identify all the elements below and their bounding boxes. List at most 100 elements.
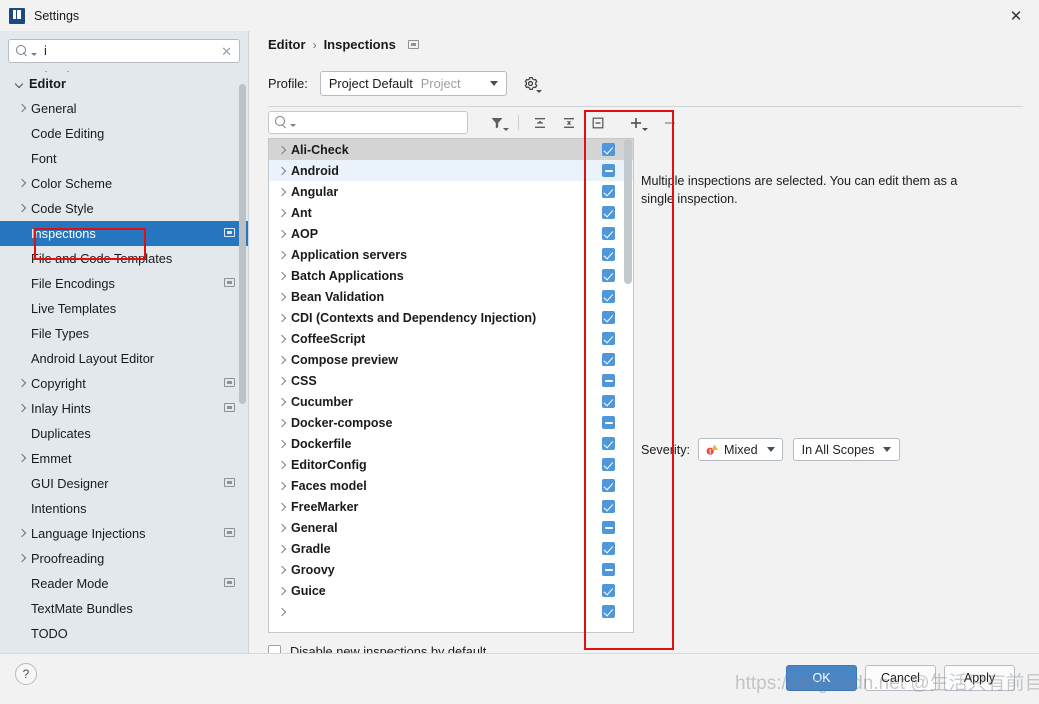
sidebar-item-inspections[interactable]: Inspections <box>0 221 248 246</box>
checkbox-indeterminate[interactable] <box>602 563 615 576</box>
chevron-right-icon[interactable] <box>16 102 29 115</box>
gear-icon[interactable] <box>523 76 542 93</box>
list-item[interactable]: Guice <box>269 580 633 601</box>
checkbox-checked[interactable] <box>602 584 615 597</box>
checkbox-checked[interactable] <box>602 479 615 492</box>
checkbox-indeterminate[interactable] <box>602 374 615 387</box>
chevron-right-icon[interactable] <box>276 353 291 366</box>
checkbox-checked[interactable] <box>602 458 615 471</box>
chevron-right-icon[interactable] <box>276 521 291 534</box>
group-by-icon[interactable] <box>585 111 611 134</box>
checkbox-checked[interactable] <box>602 227 615 240</box>
sidebar-search-box[interactable]: i ✕ <box>8 39 240 63</box>
chevron-right-icon[interactable] <box>276 290 291 303</box>
chevron-right-icon[interactable] <box>16 552 29 565</box>
scope-select[interactable]: In All Scopes <box>792 438 901 461</box>
chevron-right-icon[interactable] <box>276 164 291 177</box>
sidebar-item-file-and-code-templates[interactable]: File and Code Templates <box>0 246 248 271</box>
checkbox-checked[interactable] <box>602 500 615 513</box>
chevron-right-icon[interactable] <box>276 374 291 387</box>
list-item[interactable] <box>269 601 633 622</box>
checkbox-checked[interactable] <box>602 332 615 345</box>
list-item[interactable]: Android <box>269 160 633 181</box>
chevron-right-icon[interactable] <box>276 185 291 198</box>
chevron-right-icon[interactable] <box>276 458 291 471</box>
search-options-caret-icon[interactable] <box>290 124 296 127</box>
chevron-right-icon[interactable] <box>16 452 29 465</box>
sidebar-item-reader-mode[interactable]: Reader Mode <box>0 571 248 596</box>
help-button[interactable]: ? <box>15 663 37 685</box>
sidebar-item-code-style[interactable]: Code Style <box>0 196 248 221</box>
chevron-right-icon[interactable] <box>276 206 291 219</box>
filter-icon[interactable] <box>484 111 510 134</box>
add-icon[interactable] <box>623 111 649 134</box>
chevron-right-icon[interactable] <box>276 605 291 618</box>
severity-select[interactable]: Mixed <box>698 438 783 461</box>
chevron-right-icon[interactable] <box>276 584 291 597</box>
sidebar-item-file-types[interactable]: File Types <box>0 321 248 346</box>
sidebar-item-copyright[interactable]: Copyright <box>0 371 248 396</box>
chevron-right-icon[interactable] <box>276 143 291 156</box>
checkbox-checked[interactable] <box>602 605 615 618</box>
checkbox-checked[interactable] <box>602 395 615 408</box>
chevron-right-icon[interactable] <box>276 395 291 408</box>
list-item[interactable]: EditorConfig <box>269 454 633 475</box>
sidebar-item-editor[interactable]: Editor <box>0 71 248 96</box>
sidebar-item-android-layout-editor[interactable]: Android Layout Editor <box>0 346 248 371</box>
list-item[interactable]: Faces model <box>269 475 633 496</box>
chevron-down-icon[interactable] <box>14 77 27 90</box>
list-item[interactable]: Dockerfile <box>269 433 633 454</box>
checkbox-checked[interactable] <box>602 248 615 261</box>
checkbox-checked[interactable] <box>602 311 615 324</box>
clear-search-icon[interactable]: ✕ <box>221 44 232 60</box>
sidebar-item-proofreading[interactable]: Proofreading <box>0 546 248 571</box>
sidebar-item-inlay-hints[interactable]: Inlay Hints <box>0 396 248 421</box>
chevron-right-icon[interactable] <box>16 202 29 215</box>
chevron-right-icon[interactable] <box>16 377 29 390</box>
list-item[interactable]: Ant <box>269 202 633 223</box>
list-item[interactable]: Gradle <box>269 538 633 559</box>
list-item[interactable]: Groovy <box>269 559 633 580</box>
checkbox-checked[interactable] <box>602 185 615 198</box>
close-icon[interactable]: ✕ <box>993 0 1039 31</box>
chevron-right-icon[interactable] <box>276 500 291 513</box>
chevron-right-icon[interactable] <box>276 248 291 261</box>
list-item[interactable]: FreeMarker <box>269 496 633 517</box>
sidebar-item-intentions[interactable]: Intentions <box>0 496 248 521</box>
inspection-list[interactable]: Ali-Check Android Angular Ant AOP Application… <box>268 138 634 633</box>
checkbox-indeterminate[interactable] <box>602 416 615 429</box>
inspection-list-scrollbar[interactable] <box>624 139 632 284</box>
checkbox-checked[interactable] <box>602 437 615 450</box>
chevron-right-icon[interactable] <box>276 311 291 324</box>
profile-select[interactable]: Project Default Project <box>319 71 507 96</box>
collapse-all-icon[interactable] <box>556 111 582 134</box>
chevron-right-icon[interactable] <box>16 177 29 190</box>
sidebar-item-emmet[interactable]: Emmet <box>0 446 248 471</box>
sidebar-scrollbar[interactable] <box>239 84 246 404</box>
checkbox-checked[interactable] <box>602 542 615 555</box>
sidebar-item-gui-designer[interactable]: GUI Designer <box>0 471 248 496</box>
checkbox-checked[interactable] <box>602 290 615 303</box>
list-item[interactable]: AOP <box>269 223 633 244</box>
chevron-right-icon[interactable] <box>276 542 291 555</box>
sidebar-item-color-scheme[interactable]: Color Scheme <box>0 171 248 196</box>
list-item[interactable]: Ali-Check <box>269 139 633 160</box>
checkbox-indeterminate[interactable] <box>602 521 615 534</box>
sidebar-item-language-injections[interactable]: Language Injections <box>0 521 248 546</box>
sidebar-item-live-templates[interactable]: Live Templates <box>0 296 248 321</box>
checkbox-indeterminate[interactable] <box>602 164 615 177</box>
chevron-right-icon[interactable] <box>276 437 291 450</box>
search-options-caret-icon[interactable] <box>31 52 37 56</box>
list-item[interactable]: CoffeeScript <box>269 328 633 349</box>
chevron-right-icon[interactable] <box>16 402 29 415</box>
list-item[interactable]: Cucumber <box>269 391 633 412</box>
sidebar-item-todo[interactable]: TODO <box>0 621 248 646</box>
chevron-right-icon[interactable] <box>276 227 291 240</box>
sidebar-item-textmate-bundles[interactable]: TextMate Bundles <box>0 596 248 621</box>
breadcrumb-editor[interactable]: Editor <box>268 37 306 52</box>
checkbox-checked[interactable] <box>602 206 615 219</box>
expand-all-icon[interactable] <box>527 111 553 134</box>
list-item[interactable]: Docker-compose <box>269 412 633 433</box>
sidebar-search-input[interactable]: i <box>44 44 47 58</box>
checkbox-checked[interactable] <box>602 353 615 366</box>
